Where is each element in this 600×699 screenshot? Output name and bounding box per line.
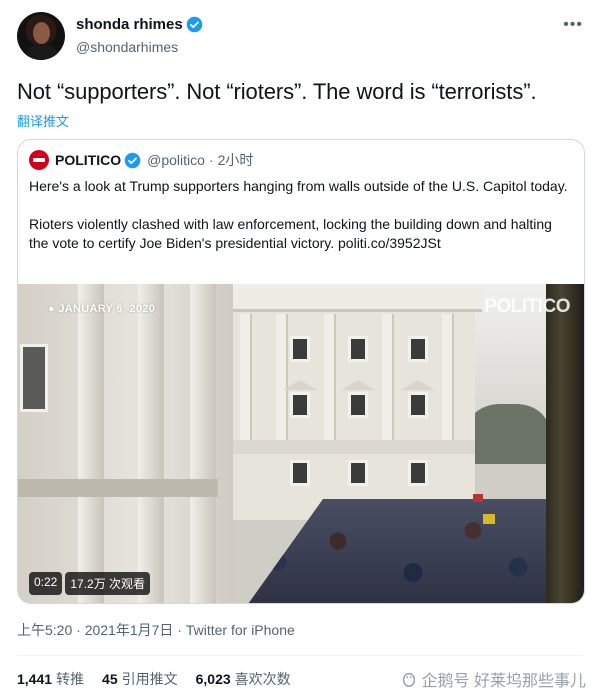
quoted-timestamp[interactable]: 2小时 <box>218 150 254 170</box>
tweet-stats: 1,441 转推 45 引用推文 6,023 喜欢次数 <box>17 669 291 689</box>
quote-count: 45 <box>102 671 118 687</box>
author-display-name[interactable]: shonda rhimes <box>76 16 183 33</box>
wing-column <box>190 284 216 603</box>
quoted-separator: · <box>208 152 214 168</box>
window-pediment <box>401 380 435 390</box>
facade-window <box>290 460 310 486</box>
quoted-paragraph: Rioters violently clashed with law enfor… <box>29 216 552 251</box>
retweet-stat[interactable]: 1,441 转推 <box>17 669 84 689</box>
crowd-flag <box>483 514 495 524</box>
quoted-handle[interactable]: @politico <box>147 152 205 168</box>
verified-badge-icon <box>124 152 141 168</box>
tweet-text: Not “supporters”. Not “rioters”. The wor… <box>17 79 537 104</box>
wing-column <box>78 284 104 603</box>
quoted-display-name[interactable]: POLITICO <box>55 152 121 168</box>
author-handle[interactable]: @shondarhimes <box>76 39 178 55</box>
watermark-text: 企鹅号 好莱坞那些事儿 <box>421 673 586 690</box>
facade-column <box>324 314 336 444</box>
politico-logo-icon[interactable] <box>29 150 49 170</box>
quoted-paragraph: Here's a look at Trump supporters hangin… <box>29 178 568 194</box>
facade-column <box>382 314 394 444</box>
video-badges: 0:22 17.2万 次观看 <box>29 572 151 595</box>
crowd-flag <box>473 494 483 502</box>
like-label: 喜欢次数 <box>234 671 291 687</box>
like-count: 6,023 <box>195 671 231 687</box>
avatar-face <box>33 22 50 44</box>
facade-window <box>348 460 368 486</box>
video-trees <box>468 404 548 464</box>
tweet-meta[interactable]: 上午5:20 · 2021年1月7日 · Twitter for iPhone <box>17 620 295 640</box>
more-dots-icon[interactable]: ••• <box>563 16 583 34</box>
facade-window <box>408 460 428 486</box>
penguin-logo-icon <box>402 672 415 687</box>
video-date-text: JANUARY 6, 2020 <box>58 303 156 315</box>
author-avatar[interactable] <box>17 12 65 60</box>
video-date-stamp: ● JANUARY 6, 2020 <box>48 303 156 315</box>
window-pediment <box>283 380 317 390</box>
retweet-count: 1,441 <box>17 671 53 687</box>
avatar-body <box>27 44 57 60</box>
watermark: 企鹅号 好莱坞那些事儿 <box>400 667 586 691</box>
quote-label: 引用推文 <box>121 671 178 687</box>
video-player[interactable]: ● JANUARY 6, 2020 POLITICO 0:22 17.2万 次观… <box>18 284 584 603</box>
verified-badge-icon <box>186 16 202 33</box>
facade-column <box>442 314 454 444</box>
retweet-label: 转推 <box>56 671 85 687</box>
facade-window <box>408 336 428 362</box>
facade-window <box>290 392 310 418</box>
quoted-tweet-card[interactable]: POLITICO @politico · 2小时 Here's a look a… <box>17 139 585 604</box>
capitol-lower-cornice <box>223 440 475 454</box>
quoted-header: POLITICO @politico · 2小时 <box>29 150 253 170</box>
wing-ledge <box>18 479 218 497</box>
translate-link[interactable]: 翻译推文 <box>17 111 69 130</box>
window-frame <box>546 284 584 603</box>
facade-window <box>348 336 368 362</box>
tweet-header: shonda rhimes @shondarhimes ••• <box>17 12 583 62</box>
video-duration: 0:22 <box>29 572 63 595</box>
quoted-text: Here's a look at Trump supporters hangin… <box>29 177 574 272</box>
quote-stat[interactable]: 45 引用推文 <box>102 669 178 689</box>
video-brand-stamp: POLITICO <box>484 296 570 317</box>
window-pediment <box>341 380 375 390</box>
facade-window <box>408 392 428 418</box>
wing-column <box>138 284 164 603</box>
facade-window <box>348 392 368 418</box>
author-name-row[interactable]: shonda rhimes <box>76 16 203 33</box>
facade-column <box>276 314 288 444</box>
divider <box>17 655 583 656</box>
capitol-cornice <box>216 288 482 312</box>
facade-column <box>240 314 252 444</box>
wing-window <box>20 344 48 412</box>
like-stat[interactable]: 6,023 喜欢次数 <box>196 669 291 689</box>
facade-window <box>290 336 310 362</box>
video-view-count: 17.2万 次观看 <box>65 572 151 595</box>
